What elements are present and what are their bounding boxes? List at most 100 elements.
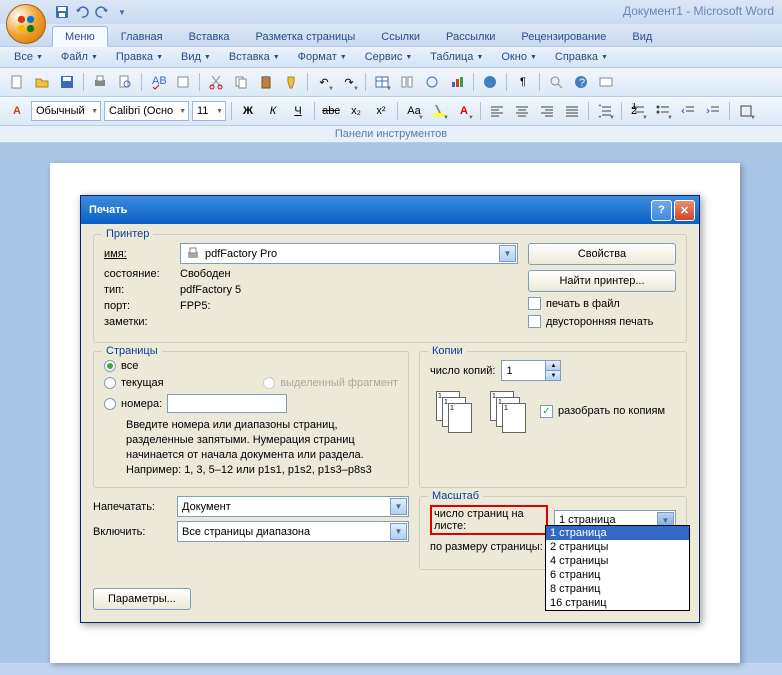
dropdown-option[interactable]: 16 страниц: [546, 596, 689, 610]
dialog-title-text: Печать: [89, 204, 127, 216]
outdent-icon[interactable]: [677, 100, 699, 122]
dropdown-option[interactable]: 4 страницы: [546, 554, 689, 568]
tab-refs[interactable]: Ссылки: [368, 26, 433, 46]
strike-icon[interactable]: abc: [320, 100, 342, 122]
redo-icon-2[interactable]: ↷▼: [338, 71, 360, 93]
preview-icon[interactable]: [114, 71, 136, 93]
chevron-down-icon[interactable]: ▼: [499, 245, 516, 262]
menu-tools[interactable]: Сервис▼: [357, 49, 421, 65]
properties-button[interactable]: Свойства: [528, 243, 676, 265]
dropdown-option[interactable]: 6 страниц: [546, 568, 689, 582]
borders-icon[interactable]: ▼: [735, 100, 757, 122]
tab-layout[interactable]: Разметка страницы: [243, 26, 369, 46]
align-left-icon[interactable]: [486, 100, 508, 122]
tab-review[interactable]: Рецензирование: [508, 26, 619, 46]
find-printer-button[interactable]: Найти принтер...: [528, 270, 676, 292]
italic-icon[interactable]: К: [262, 100, 284, 122]
align-right-icon[interactable]: [536, 100, 558, 122]
drawing-icon[interactable]: [421, 71, 443, 93]
tab-menu[interactable]: Меню: [52, 26, 108, 47]
columns-icon[interactable]: [396, 71, 418, 93]
zoom-in-icon[interactable]: [545, 71, 567, 93]
indent-icon[interactable]: [702, 100, 724, 122]
pages-current-radio[interactable]: текущая: [104, 377, 164, 389]
pages-selection-radio: выделенный фрагмент: [263, 377, 398, 389]
copies-spinner[interactable]: 1 ▲▼: [501, 360, 561, 381]
tab-home[interactable]: Главная: [108, 26, 176, 46]
tab-view[interactable]: Вид: [619, 26, 665, 46]
dropdown-option[interactable]: 1 страница: [546, 526, 689, 540]
spell-icon[interactable]: ABC: [147, 71, 169, 93]
style-icon[interactable]: A: [6, 100, 28, 122]
printer-name-label: имя:: [104, 248, 174, 260]
type-value: pdfFactory 5: [180, 284, 241, 296]
pages-all-radio[interactable]: все: [104, 360, 398, 372]
research-icon[interactable]: [172, 71, 194, 93]
save-icon-2[interactable]: [56, 71, 78, 93]
help-icon[interactable]: ?: [570, 71, 592, 93]
redo-icon[interactable]: [94, 4, 110, 20]
pages-hint: Введите номера или диапазоны страниц, ра…: [126, 418, 398, 477]
menu-window[interactable]: Окно▼: [493, 49, 545, 65]
format-painter-icon[interactable]: [280, 71, 302, 93]
underline-icon[interactable]: Ч: [287, 100, 309, 122]
menu-format[interactable]: Формат▼: [290, 49, 355, 65]
menu-table[interactable]: Таблица▼: [422, 49, 491, 65]
size-combo[interactable]: 11▼: [192, 101, 226, 121]
line-spacing-icon[interactable]: ▼: [594, 100, 616, 122]
menu-edit[interactable]: Правка▼: [108, 49, 171, 65]
read-mode-icon[interactable]: [595, 71, 617, 93]
printer-name-combo[interactable]: pdfFactory Pro ▼: [180, 243, 518, 264]
highlight-icon[interactable]: ▼: [428, 100, 450, 122]
office-logo-icon: [15, 13, 37, 35]
tab-mail[interactable]: Рассылки: [433, 26, 508, 46]
include-combo[interactable]: Все страницы диапазона▼: [177, 521, 409, 542]
paste-icon[interactable]: [255, 71, 277, 93]
hyperlink-icon[interactable]: [479, 71, 501, 93]
dropdown-option[interactable]: 2 страницы: [546, 540, 689, 554]
menu-all[interactable]: Все▼: [6, 49, 51, 65]
table-icon[interactable]: ▼: [371, 71, 393, 93]
cut-icon[interactable]: [205, 71, 227, 93]
dropdown-option[interactable]: 8 страниц: [546, 582, 689, 596]
dialog-close-button[interactable]: ✕: [674, 200, 695, 221]
qat-dropdown-icon[interactable]: ▼: [114, 4, 130, 20]
quick-access-toolbar: ▼ Документ1 - Microsoft Word: [0, 0, 782, 24]
open-icon[interactable]: [31, 71, 53, 93]
office-button[interactable]: [6, 4, 46, 44]
chart-icon[interactable]: [446, 71, 468, 93]
menu-insert[interactable]: Вставка▼: [221, 49, 288, 65]
menu-file[interactable]: Файл▼: [53, 49, 106, 65]
menu-view[interactable]: Вид▼: [173, 49, 219, 65]
show-marks-icon[interactable]: ¶: [512, 71, 534, 93]
align-center-icon[interactable]: [511, 100, 533, 122]
duplex-checkbox[interactable]: двусторонняя печать: [528, 315, 676, 328]
new-doc-icon[interactable]: [6, 71, 28, 93]
font-combo[interactable]: Calibri (Осно▼: [104, 101, 189, 121]
bold-icon[interactable]: Ж: [237, 100, 259, 122]
pages-numbers-input[interactable]: [167, 394, 287, 413]
undo-icon[interactable]: [74, 4, 90, 20]
text-effects-icon[interactable]: Aa▼: [403, 100, 425, 122]
parameters-button[interactable]: Параметры...: [93, 588, 191, 610]
spin-up-icon[interactable]: ▲: [545, 361, 560, 371]
copy-icon[interactable]: [230, 71, 252, 93]
print-to-file-checkbox[interactable]: печать в файл: [528, 297, 676, 310]
bullets-icon[interactable]: ▼: [652, 100, 674, 122]
dialog-help-button[interactable]: ?: [651, 200, 672, 221]
style-combo[interactable]: Обычный▼: [31, 101, 101, 121]
collate-checkbox[interactable]: ✓разобрать по копиям: [540, 405, 665, 418]
print-icon[interactable]: [89, 71, 111, 93]
spin-down-icon[interactable]: ▼: [545, 371, 560, 380]
numbering-icon[interactable]: 12▼: [627, 100, 649, 122]
tab-insert[interactable]: Вставка: [176, 26, 243, 46]
subscript-icon[interactable]: x₂: [345, 100, 367, 122]
pages-numbers-radio[interactable]: номера:: [104, 394, 398, 413]
align-justify-icon[interactable]: [561, 100, 583, 122]
font-color-icon[interactable]: A▼: [453, 100, 475, 122]
menu-help[interactable]: Справка▼: [547, 49, 616, 65]
print-what-combo[interactable]: Документ▼: [177, 496, 409, 517]
superscript-icon[interactable]: x²: [370, 100, 392, 122]
undo-icon-2[interactable]: ↶▼: [313, 71, 335, 93]
save-icon[interactable]: [54, 4, 70, 20]
